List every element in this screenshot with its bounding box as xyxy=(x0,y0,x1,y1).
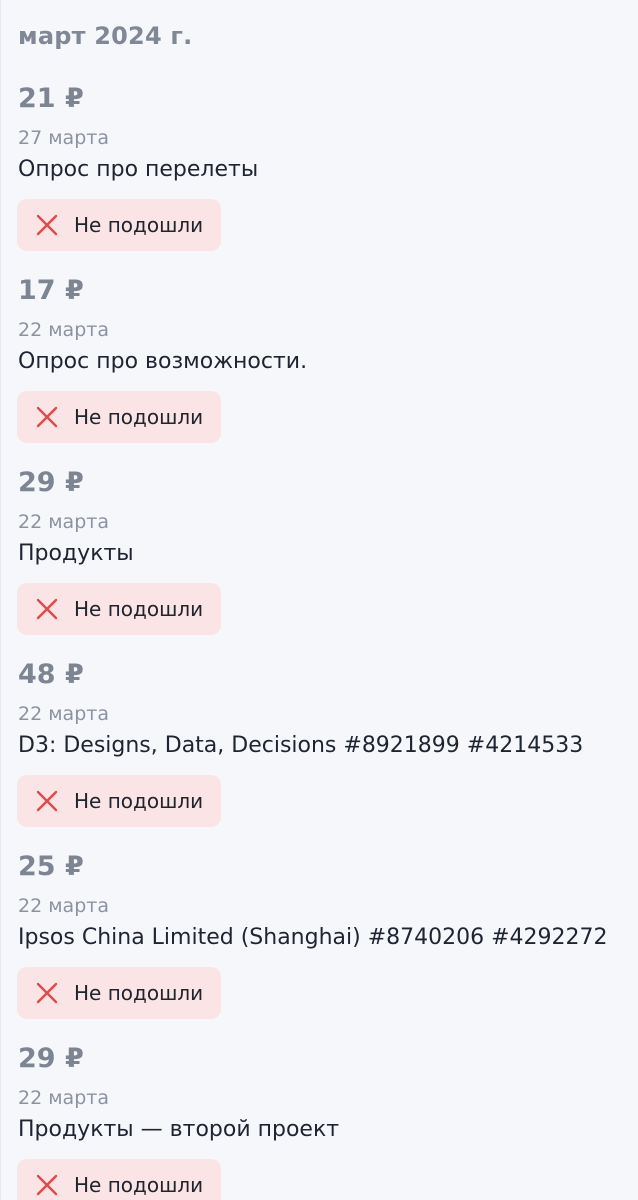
close-icon xyxy=(36,790,58,812)
status-badge: Не подошли xyxy=(17,199,221,251)
status-label: Не подошли xyxy=(74,213,204,237)
status-badge: Не подошли xyxy=(17,775,221,827)
status-label: Не подошли xyxy=(74,405,204,429)
list-item[interactable]: 29 ₽ 22 марта Продукты Не подошли xyxy=(1,466,638,658)
amount: 29 ₽ xyxy=(18,467,84,498)
status-label: Не подошли xyxy=(74,597,204,621)
list-item[interactable]: 25 ₽ 22 марта Ipsos China Limited (Shang… xyxy=(1,850,638,1042)
close-icon xyxy=(36,598,58,620)
survey-title: D3: Designs, Data, Decisions #8921899 #4… xyxy=(18,733,584,758)
date: 22 марта xyxy=(18,1087,109,1109)
date: 22 марта xyxy=(18,511,109,533)
status-badge: Не подошли xyxy=(17,391,221,443)
close-icon xyxy=(36,406,58,428)
date: 22 марта xyxy=(18,895,109,917)
status-label: Не подошли xyxy=(74,981,204,1005)
amount: 29 ₽ xyxy=(18,1043,84,1074)
survey-title: Продукты — второй проект xyxy=(18,1117,340,1142)
amount: 48 ₽ xyxy=(18,659,84,690)
list-item[interactable]: 21 ₽ 27 марта Опрос про перелеты Не подо… xyxy=(1,82,638,274)
survey-title: Опрос про возможности. xyxy=(18,349,308,374)
amount: 17 ₽ xyxy=(18,275,84,306)
month-header: март 2024 г. xyxy=(18,22,193,50)
status-badge: Не подошли xyxy=(17,1159,221,1200)
status-label: Не подошли xyxy=(74,789,204,813)
status-badge: Не подошли xyxy=(17,967,221,1019)
status-label: Не подошли xyxy=(74,1173,204,1197)
survey-title: Ipsos China Limited (Shanghai) #8740206 … xyxy=(18,925,608,950)
survey-title: Опрос про перелеты xyxy=(18,157,259,182)
list-item[interactable]: 17 ₽ 22 марта Опрос про возможности. Не … xyxy=(1,274,638,466)
date: 27 марта xyxy=(18,127,109,149)
close-icon xyxy=(36,982,58,1004)
close-icon xyxy=(36,214,58,236)
close-icon xyxy=(36,1174,58,1196)
earnings-history-screen: март 2024 г. 21 ₽ 27 марта Опрос про пер… xyxy=(0,0,638,1200)
date: 22 марта xyxy=(18,319,109,341)
survey-title: Продукты xyxy=(18,541,134,566)
list-item[interactable]: 48 ₽ 22 марта D3: Designs, Data, Decisio… xyxy=(1,658,638,850)
status-badge: Не подошли xyxy=(17,583,221,635)
date: 22 марта xyxy=(18,703,109,725)
list-item[interactable]: 29 ₽ 22 марта Продукты — второй проект Н… xyxy=(1,1042,638,1200)
amount: 21 ₽ xyxy=(18,83,84,114)
amount: 25 ₽ xyxy=(18,851,84,882)
